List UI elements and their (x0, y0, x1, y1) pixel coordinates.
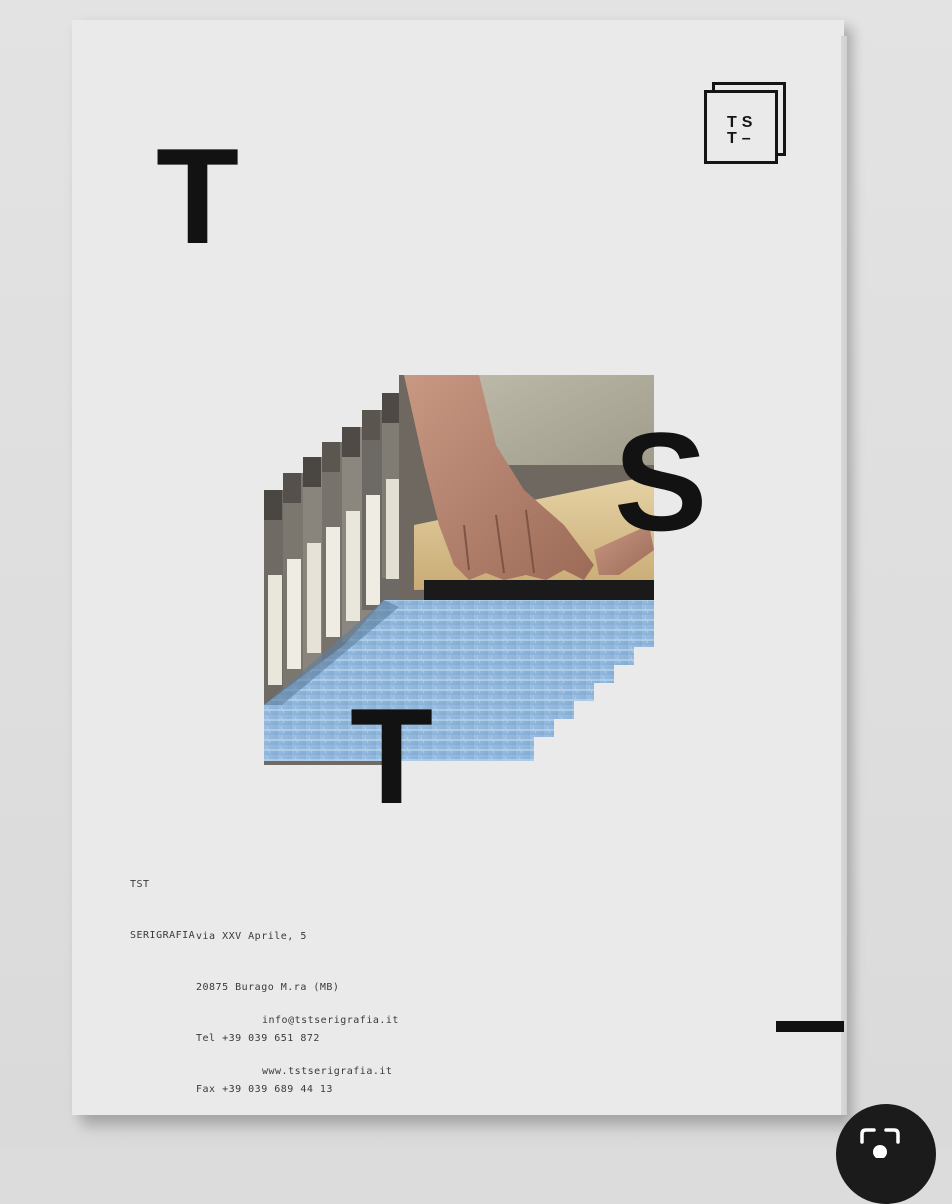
logo-front-square: TS T– (704, 90, 778, 164)
lens-search-button[interactable] (836, 1104, 936, 1204)
screen-printing-photo-collage (264, 375, 656, 765)
big-letter-s: S (614, 403, 708, 560)
logo-line-1: TS (727, 114, 758, 131)
brand-line-2: SERIGRAFIA (130, 930, 196, 941)
contact-block: info@tstserigrafia.it www.tstserigrafia.… (262, 978, 399, 1097)
collage-graphic (264, 375, 654, 765)
brand-line-1: TST (130, 879, 150, 890)
address-street: via XXV Aprile, 5 (196, 931, 307, 942)
big-letter-t-bottom: T (350, 680, 434, 832)
logo-line-2: T– (727, 130, 756, 147)
lens-search-icon (860, 1128, 900, 1158)
big-letter-t-top: T (156, 120, 240, 272)
tst-logo: TS T– (704, 82, 786, 164)
contact-email: info@tstserigrafia.it (262, 1015, 399, 1026)
sheet-edge (841, 36, 847, 1115)
decorative-dash (776, 1021, 844, 1032)
contact-website: www.tstserigrafia.it (262, 1066, 393, 1077)
brand-block: TST SERIGRAFIA (130, 842, 195, 961)
